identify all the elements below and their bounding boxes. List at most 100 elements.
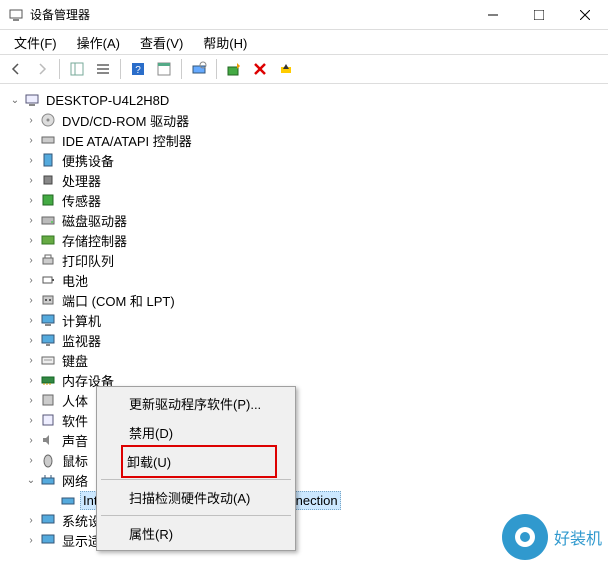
tree-category[interactable]: › DVD/CD-ROM 驱动器 — [4, 110, 604, 130]
list-button[interactable] — [91, 57, 115, 81]
memory-icon — [40, 372, 56, 388]
ctx-properties[interactable]: 属性(R) — [99, 519, 293, 548]
tree-category[interactable]: ›监视器 — [4, 330, 604, 350]
expand-icon[interactable]: › — [24, 213, 38, 227]
tree-category[interactable]: ›存储控制器 — [4, 230, 604, 250]
toolbar: ? — [0, 54, 608, 84]
category-label: 计算机 — [60, 310, 103, 331]
category-label: 磁盘驱动器 — [60, 210, 129, 231]
category-label: 键盘 — [60, 350, 90, 371]
expand-icon[interactable]: › — [24, 293, 38, 307]
cpu-icon — [40, 172, 56, 188]
system-icon — [40, 512, 56, 528]
tree-category[interactable]: › 软件 — [4, 410, 604, 430]
show-hide-tree-button[interactable] — [65, 57, 89, 81]
category-label: 鼠标 — [60, 450, 90, 471]
expand-icon[interactable]: › — [24, 113, 38, 127]
help-button[interactable]: ? — [126, 57, 150, 81]
update-driver-button[interactable] — [222, 57, 246, 81]
menu-action[interactable]: 操作(A) — [69, 31, 128, 54]
portable-icon — [40, 152, 56, 168]
expand-icon[interactable]: › — [24, 353, 38, 367]
highlight-uninstall: 卸载(U) — [121, 445, 277, 478]
window-titlebar: 设备管理器 — [0, 0, 608, 30]
close-button[interactable] — [562, 0, 608, 29]
expand-icon[interactable]: › — [24, 513, 38, 527]
tree-category[interactable]: ›电池 — [4, 270, 604, 290]
tree-category[interactable]: › 磁盘驱动器 — [4, 210, 604, 230]
port-icon — [40, 292, 56, 308]
tree-root-label: DESKTOP-U4L2H8D — [44, 92, 171, 109]
expand-icon[interactable]: › — [24, 373, 38, 387]
toolbar-separator — [216, 59, 217, 79]
storage-controller-icon — [40, 232, 56, 248]
maximize-button[interactable] — [516, 0, 562, 29]
expand-icon[interactable]: › — [24, 193, 38, 207]
tree-category[interactable]: ›端口 (COM 和 LPT) — [4, 290, 604, 310]
app-icon — [8, 7, 24, 23]
collapse-icon[interactable]: ⌄ — [8, 93, 22, 107]
tree-root[interactable]: ⌄ DESKTOP-U4L2H8D — [4, 90, 604, 110]
tree-category[interactable]: › 打印队列 — [4, 250, 604, 270]
collapse-icon[interactable]: ⌄ — [24, 473, 38, 487]
tree-category[interactable]: › 键盘 — [4, 350, 604, 370]
properties-button[interactable] — [152, 57, 176, 81]
tree-category[interactable]: › 鼠标 — [4, 450, 604, 470]
expand-icon[interactable]: › — [24, 433, 38, 447]
expand-icon[interactable]: › — [24, 393, 38, 407]
expand-icon[interactable]: › — [24, 233, 38, 247]
ctx-separator — [101, 479, 291, 480]
minimize-button[interactable] — [470, 0, 516, 29]
expand-icon[interactable]: › — [24, 313, 38, 327]
tree-category[interactable]: › 传感器 — [4, 190, 604, 210]
tree-category[interactable]: ›声音 — [4, 430, 604, 450]
disable-button[interactable] — [274, 57, 298, 81]
disk-icon — [40, 212, 56, 228]
expand-icon[interactable]: › — [24, 273, 38, 287]
expand-icon[interactable]: › — [24, 333, 38, 347]
tree-category[interactable]: ›内存设备 — [4, 370, 604, 390]
ctx-update-driver[interactable]: 更新驱动程序软件(P)... — [99, 389, 293, 418]
category-label: IDE ATA/ATAPI 控制器 — [60, 130, 194, 151]
expand-icon[interactable]: › — [24, 533, 38, 547]
expand-icon[interactable]: › — [24, 153, 38, 167]
uninstall-button[interactable] — [248, 57, 272, 81]
menu-file[interactable]: 文件(F) — [6, 31, 65, 54]
watermark-text: 好装机 — [554, 525, 602, 549]
keyboard-icon — [40, 352, 56, 368]
tree-category[interactable]: › IDE ATA/ATAPI 控制器 — [4, 130, 604, 150]
category-label: 人体 — [60, 390, 90, 411]
scan-hardware-button[interactable] — [187, 57, 211, 81]
sensor-icon — [40, 192, 56, 208]
tree-category-network[interactable]: ⌄网络 — [4, 470, 604, 490]
computer-icon — [24, 92, 40, 108]
back-button[interactable] — [4, 57, 28, 81]
menu-bar: 文件(F) 操作(A) 查看(V) 帮助(H) — [0, 30, 608, 54]
display-icon — [40, 532, 56, 548]
category-label: 传感器 — [60, 190, 103, 211]
expand-icon[interactable]: › — [24, 133, 38, 147]
expand-icon[interactable]: › — [24, 253, 38, 267]
menu-view[interactable]: 查看(V) — [132, 31, 191, 54]
toolbar-separator — [181, 59, 182, 79]
tree-category[interactable]: ›处理器 — [4, 170, 604, 190]
tree-category[interactable]: › 计算机 — [4, 310, 604, 330]
tree-category[interactable]: › 人体 — [4, 390, 604, 410]
tree-category[interactable]: ›便携设备 — [4, 150, 604, 170]
menu-help[interactable]: 帮助(H) — [195, 31, 255, 54]
toolbar-separator — [120, 59, 121, 79]
category-label: DVD/CD-ROM 驱动器 — [60, 110, 191, 131]
mouse-icon — [40, 452, 56, 468]
expand-icon[interactable]: › — [24, 173, 38, 187]
category-label: 软件 — [60, 410, 90, 431]
category-label: 打印队列 — [60, 250, 116, 271]
expand-icon[interactable]: › — [24, 453, 38, 467]
device-tree[interactable]: ⌄ DESKTOP-U4L2H8D › DVD/CD-ROM 驱动器 › IDE A… — [0, 84, 608, 566]
ctx-separator — [101, 515, 291, 516]
forward-button[interactable] — [30, 57, 54, 81]
ctx-scan-hardware[interactable]: 扫描检测硬件改动(A) — [99, 483, 293, 512]
ctx-disable[interactable]: 禁用(D) — [99, 418, 293, 447]
ctx-uninstall[interactable]: 卸载(U) — [127, 449, 271, 474]
tree-device-network-adapter[interactable]: Intel(R) 82574L Gigabit Network Connecti… — [4, 490, 604, 510]
expand-icon[interactable]: › — [24, 413, 38, 427]
